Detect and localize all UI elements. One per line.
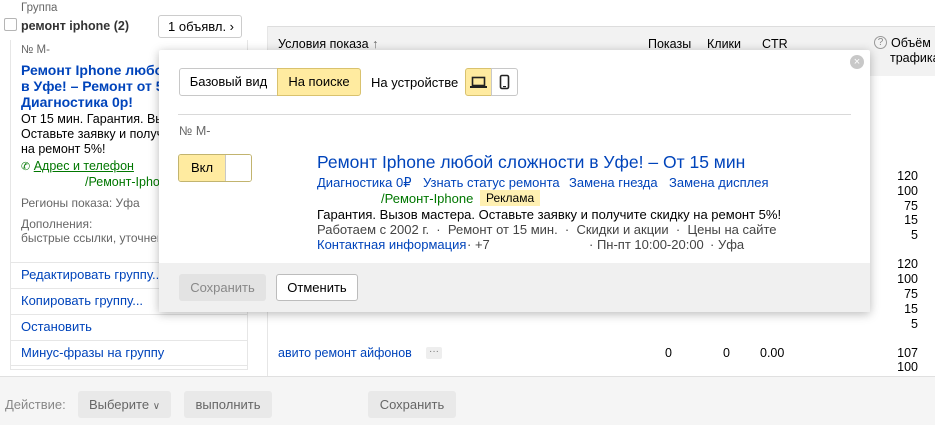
preview-hours: · Пн-пт 10:00-20:00 <box>589 237 704 252</box>
modal-divider <box>178 114 851 115</box>
execute-button[interactable]: выполнить <box>184 391 272 418</box>
group-section-label: Группа <box>21 2 58 14</box>
laptop-icon <box>470 76 487 88</box>
device-label: На устройстве <box>371 75 459 90</box>
chevron-right-icon: › <box>229 19 234 34</box>
toggle-on-label: Вкл <box>179 155 225 181</box>
traffic-block: 120 100 75 15 5 <box>880 169 918 243</box>
chevron-down-icon: ∨ <box>152 401 161 412</box>
preview-ad-text: Гарантия. Вызов мастера. Оставьте заявку… <box>317 207 782 222</box>
page: Группа ремонт iphone (2) 1 объявл. › № М… <box>0 0 935 425</box>
col-traffic-label: трафика <box>890 51 935 65</box>
ads-count-label: 1 объявл. <box>168 19 227 34</box>
menu-minus-phrases[interactable]: Минус-фразы на группу <box>11 340 247 366</box>
col-traffic-label: Объём <box>891 36 931 50</box>
traffic-value: 75 <box>904 198 918 213</box>
row-traffic: 107 100 <box>880 346 918 374</box>
group-regions: Регионы показа: Уфа <box>21 196 140 210</box>
preview-ad-title[interactable]: Ремонт Iphone любой сложности в Уфе! – О… <box>317 152 745 173</box>
traffic-value: 120 <box>897 169 918 183</box>
preview-city: · Уфа <box>710 237 745 252</box>
traffic-value: 100 <box>897 272 918 286</box>
row-ctr: 0.00 <box>760 346 785 360</box>
tab-on-search[interactable]: На поиске <box>277 68 361 96</box>
ads-count-button[interactable]: 1 объявл. › <box>158 15 242 38</box>
action-select[interactable]: Выберите ∨ <box>78 391 171 418</box>
desktop-device-button[interactable] <box>465 68 492 96</box>
group-contact[interactable]: ✆ Адрес и телефон <box>21 159 134 173</box>
menu-stop-group[interactable]: Остановить <box>11 314 247 340</box>
group-ad-title-line: в Уфе! – Ремонт от 500 <box>21 78 180 94</box>
sort-arrow-icon: ↑ <box>372 37 379 51</box>
group-ad-title[interactable]: Ремонт Iphone любой в Уфе! – Ремонт от 5… <box>21 62 179 110</box>
action-label: Действие: <box>5 397 66 412</box>
col-ctr[interactable]: CTR <box>762 37 788 51</box>
help-icon[interactable]: ? <box>874 36 887 49</box>
preview-contact-link[interactable]: Контактная информация <box>317 237 466 252</box>
traffic-value: 100 <box>897 183 918 198</box>
preview-callouts: Работаем с 2002 г. · Ремонт от 15 мин. ·… <box>317 222 777 237</box>
group-ad-number: № М- <box>21 44 50 56</box>
sitelink[interactable]: Диагностика 0₽ <box>317 175 411 191</box>
col-conditions-label: Условия показа <box>278 37 369 51</box>
traffic-value: 100 <box>897 360 918 374</box>
sitelink[interactable]: Узнать статус ремонта <box>423 175 560 190</box>
group-checkbox[interactable] <box>4 18 17 31</box>
ad-status-toggle[interactable]: Вкл <box>178 154 252 182</box>
col-conditions[interactable]: Условия показа ↑ <box>278 37 378 51</box>
group-ad-title-line: Диагностика 0р! <box>21 94 133 110</box>
traffic-value: 5 <box>911 228 918 243</box>
close-icon[interactable]: × <box>850 55 864 69</box>
group-ad-title-line: Ремонт Iphone любой <box>21 62 172 78</box>
mobile-device-button[interactable] <box>491 68 518 96</box>
traffic-value: 15 <box>904 302 918 316</box>
group-ad-text-line: От 15 мин. Гарантия. Вы <box>21 112 165 126</box>
col-clicks[interactable]: Клики <box>707 37 741 51</box>
phone-icon: ✆ <box>21 161 31 173</box>
group-ad-text: От 15 мин. Гарантия. Вы Оставьте заявку … <box>21 112 164 157</box>
traffic-block: 120 100 75 15 5 <box>880 257 918 332</box>
sitelink[interactable]: Замена дисплея <box>669 175 769 190</box>
bottom-save-button[interactable]: Сохранить <box>368 391 456 418</box>
traffic-value: 107 <box>897 346 918 360</box>
group-name[interactable]: ремонт iphone (2) <box>21 19 129 33</box>
row-impressions: 0 <box>665 346 672 360</box>
row-clicks: 0 <box>723 346 730 360</box>
group-extras-label: Дополнения: <box>21 217 93 231</box>
traffic-value: 75 <box>904 287 918 301</box>
col-impressions[interactable]: Показы <box>648 37 691 51</box>
group-ad-text-line: на ремонт 5%! <box>21 142 106 156</box>
group-ad-text-line: Оставьте заявку и получ <box>21 127 164 141</box>
phrase-link[interactable]: авито ремонт айфонов <box>278 346 412 360</box>
preview-phone: · +7 <box>467 237 490 252</box>
ad-badge: Реклама <box>480 190 541 206</box>
tab-basic-view[interactable]: Базовый вид <box>179 68 278 96</box>
modal-footer: Сохранить Отменить <box>159 263 870 312</box>
traffic-value: 15 <box>904 213 918 228</box>
sitelink[interactable]: Замена гнезда <box>569 175 658 190</box>
modal-cancel-button[interactable]: Отменить <box>276 274 358 301</box>
smartphone-icon <box>499 74 510 90</box>
col-traffic[interactable]: Объём трафика <box>890 36 935 66</box>
group-extras-value: быстрые ссылки, уточнен <box>21 231 158 245</box>
toggle-handle <box>225 155 251 181</box>
traffic-value: 120 <box>897 257 918 271</box>
more-icon[interactable]: ··· <box>426 347 442 359</box>
modal-ad-number: № М- <box>179 124 211 138</box>
traffic-value: 5 <box>911 317 918 331</box>
ad-preview-modal: × Базовый вид На поиске На устройстве № … <box>159 50 870 312</box>
group-contact-link: Адрес и телефон <box>33 159 134 173</box>
preview-display-url[interactable]: /Ремонт-Iphone <box>381 191 473 206</box>
action-select-label: Выберите <box>88 397 150 412</box>
modal-save-button[interactable]: Сохранить <box>179 274 266 301</box>
